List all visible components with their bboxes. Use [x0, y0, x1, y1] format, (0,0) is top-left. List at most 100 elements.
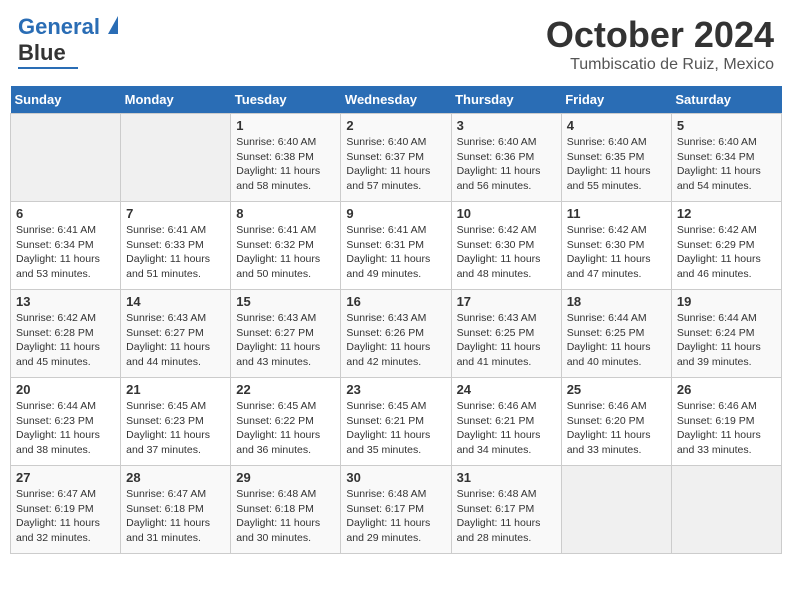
- weekday-header-saturday: Saturday: [671, 86, 781, 114]
- day-info: Sunrise: 6:40 AM Sunset: 6:37 PM Dayligh…: [346, 135, 445, 194]
- day-info: Sunrise: 6:41 AM Sunset: 6:31 PM Dayligh…: [346, 223, 445, 282]
- day-info: Sunrise: 6:41 AM Sunset: 6:33 PM Dayligh…: [126, 223, 225, 282]
- day-info: Sunrise: 6:44 AM Sunset: 6:23 PM Dayligh…: [16, 399, 115, 458]
- calendar-cell: 5Sunrise: 6:40 AM Sunset: 6:34 PM Daylig…: [671, 114, 781, 202]
- day-info: Sunrise: 6:43 AM Sunset: 6:27 PM Dayligh…: [236, 311, 335, 370]
- day-number: 2: [346, 118, 445, 133]
- day-info: Sunrise: 6:47 AM Sunset: 6:18 PM Dayligh…: [126, 487, 225, 546]
- calendar-body: 1 Sunrise: 6:40 AM Sunset: 6:38 PM Daylig…: [11, 114, 782, 554]
- calendar-cell: 14 Sunrise: 6:43 AM Sunset: 6:27 PM Dayli…: [121, 290, 231, 378]
- day-number: 24: [457, 382, 556, 397]
- calendar-cell: 29Sunrise: 6:48 AM Sunset: 6:18 PM Dayli…: [231, 466, 341, 554]
- calendar-cell: 15 Sunrise: 6:43 AM Sunset: 6:27 PM Dayli…: [231, 290, 341, 378]
- day-number: 20: [16, 382, 115, 397]
- day-info: Sunrise: 6:48 AM Sunset: 6:17 PM Dayligh…: [346, 487, 445, 546]
- calendar-cell: 2 Sunrise: 6:40 AM Sunset: 6:37 PM Daylig…: [341, 114, 451, 202]
- day-info: Sunrise: 6:41 AM Sunset: 6:32 PM Dayligh…: [236, 223, 335, 282]
- day-number: 26: [677, 382, 776, 397]
- calendar-week-4: 20 Sunrise: 6:44 AM Sunset: 6:23 PM Dayli…: [11, 378, 782, 466]
- location-subtitle: Tumbiscatio de Ruiz, Mexico: [546, 56, 774, 74]
- day-number: 17: [457, 294, 556, 309]
- calendar-cell: 12 Sunrise: 6:42 AM Sunset: 6:29 PM Dayli…: [671, 202, 781, 290]
- day-info: Sunrise: 6:41 AM Sunset: 6:34 PM Dayligh…: [16, 223, 115, 282]
- day-info: Sunrise: 6:43 AM Sunset: 6:27 PM Dayligh…: [126, 311, 225, 370]
- calendar-cell: [561, 466, 671, 554]
- month-title: October 2024: [546, 14, 774, 56]
- weekday-header-wednesday: Wednesday: [341, 86, 451, 114]
- calendar-cell: 6 Sunrise: 6:41 AM Sunset: 6:34 PM Daylig…: [11, 202, 121, 290]
- calendar-cell: 13 Sunrise: 6:42 AM Sunset: 6:28 PM Dayli…: [11, 290, 121, 378]
- calendar-cell: 31Sunrise: 6:48 AM Sunset: 6:17 PM Dayli…: [451, 466, 561, 554]
- calendar-cell: 19Sunrise: 6:44 AM Sunset: 6:24 PM Dayli…: [671, 290, 781, 378]
- day-info: Sunrise: 6:46 AM Sunset: 6:19 PM Dayligh…: [677, 399, 776, 458]
- day-number: 15: [236, 294, 335, 309]
- day-info: Sunrise: 6:47 AM Sunset: 6:19 PM Dayligh…: [16, 487, 115, 546]
- day-info: Sunrise: 6:48 AM Sunset: 6:18 PM Dayligh…: [236, 487, 335, 546]
- logo: General Blue: [18, 14, 118, 69]
- day-number: 21: [126, 382, 225, 397]
- day-number: 3: [457, 118, 556, 133]
- day-info: Sunrise: 6:42 AM Sunset: 6:30 PM Dayligh…: [457, 223, 556, 282]
- calendar-cell: 26 Sunrise: 6:46 AM Sunset: 6:19 PM Dayli…: [671, 378, 781, 466]
- day-info: Sunrise: 6:40 AM Sunset: 6:34 PM Dayligh…: [677, 135, 776, 194]
- day-number: 16: [346, 294, 445, 309]
- calendar-cell: 17 Sunrise: 6:43 AM Sunset: 6:25 PM Dayli…: [451, 290, 561, 378]
- calendar-header: SundayMondayTuesdayWednesdayThursdayFrid…: [11, 86, 782, 114]
- day-info: Sunrise: 6:40 AM Sunset: 6:38 PM Dayligh…: [236, 135, 335, 194]
- calendar-cell: 30 Sunrise: 6:48 AM Sunset: 6:17 PM Dayli…: [341, 466, 451, 554]
- logo-triangle-icon: [108, 16, 118, 34]
- day-info: Sunrise: 6:40 AM Sunset: 6:36 PM Dayligh…: [457, 135, 556, 194]
- day-number: 6: [16, 206, 115, 221]
- day-info: Sunrise: 6:42 AM Sunset: 6:29 PM Dayligh…: [677, 223, 776, 282]
- calendar-week-2: 6 Sunrise: 6:41 AM Sunset: 6:34 PM Daylig…: [11, 202, 782, 290]
- day-info: Sunrise: 6:43 AM Sunset: 6:25 PM Dayligh…: [457, 311, 556, 370]
- weekday-header-thursday: Thursday: [451, 86, 561, 114]
- day-info: Sunrise: 6:42 AM Sunset: 6:28 PM Dayligh…: [16, 311, 115, 370]
- day-info: Sunrise: 6:44 AM Sunset: 6:25 PM Dayligh…: [567, 311, 666, 370]
- weekday-header-friday: Friday: [561, 86, 671, 114]
- day-number: 18: [567, 294, 666, 309]
- calendar-cell: 27Sunrise: 6:47 AM Sunset: 6:19 PM Dayli…: [11, 466, 121, 554]
- day-number: 25: [567, 382, 666, 397]
- day-number: 12: [677, 206, 776, 221]
- day-number: 11: [567, 206, 666, 221]
- day-number: 10: [457, 206, 556, 221]
- calendar-cell: [121, 114, 231, 202]
- day-number: 8: [236, 206, 335, 221]
- day-number: 31: [457, 470, 556, 485]
- day-info: Sunrise: 6:45 AM Sunset: 6:21 PM Dayligh…: [346, 399, 445, 458]
- day-info: Sunrise: 6:44 AM Sunset: 6:24 PM Dayligh…: [677, 311, 776, 370]
- calendar-cell: 18 Sunrise: 6:44 AM Sunset: 6:25 PM Dayli…: [561, 290, 671, 378]
- day-info: Sunrise: 6:46 AM Sunset: 6:21 PM Dayligh…: [457, 399, 556, 458]
- day-info: Sunrise: 6:43 AM Sunset: 6:26 PM Dayligh…: [346, 311, 445, 370]
- calendar-cell: 22Sunrise: 6:45 AM Sunset: 6:22 PM Dayli…: [231, 378, 341, 466]
- day-number: 14: [126, 294, 225, 309]
- calendar-cell: 21Sunrise: 6:45 AM Sunset: 6:23 PM Dayli…: [121, 378, 231, 466]
- weekday-header-tuesday: Tuesday: [231, 86, 341, 114]
- day-info: Sunrise: 6:46 AM Sunset: 6:20 PM Dayligh…: [567, 399, 666, 458]
- calendar-cell: 1 Sunrise: 6:40 AM Sunset: 6:38 PM Daylig…: [231, 114, 341, 202]
- day-number: 4: [567, 118, 666, 133]
- calendar-cell: [11, 114, 121, 202]
- day-number: 9: [346, 206, 445, 221]
- day-info: Sunrise: 6:42 AM Sunset: 6:30 PM Dayligh…: [567, 223, 666, 282]
- logo-underline: [18, 67, 78, 69]
- calendar-cell: [671, 466, 781, 554]
- page-header: General Blue October 2024 Tumbiscatio de…: [10, 10, 782, 78]
- calendar-cell: 11 Sunrise: 6:42 AM Sunset: 6:30 PM Dayli…: [561, 202, 671, 290]
- day-number: 28: [126, 470, 225, 485]
- day-number: 30: [346, 470, 445, 485]
- calendar-week-5: 27Sunrise: 6:47 AM Sunset: 6:19 PM Dayli…: [11, 466, 782, 554]
- calendar-week-3: 13 Sunrise: 6:42 AM Sunset: 6:28 PM Dayli…: [11, 290, 782, 378]
- day-number: 13: [16, 294, 115, 309]
- calendar-table: SundayMondayTuesdayWednesdayThursdayFrid…: [10, 86, 782, 554]
- weekday-header-sunday: Sunday: [11, 86, 121, 114]
- day-number: 7: [126, 206, 225, 221]
- calendar-cell: 24 Sunrise: 6:46 AM Sunset: 6:21 PM Dayli…: [451, 378, 561, 466]
- calendar-cell: 25 Sunrise: 6:46 AM Sunset: 6:20 PM Dayli…: [561, 378, 671, 466]
- day-number: 1: [236, 118, 335, 133]
- calendar-week-1: 1 Sunrise: 6:40 AM Sunset: 6:38 PM Daylig…: [11, 114, 782, 202]
- calendar-cell: 20 Sunrise: 6:44 AM Sunset: 6:23 PM Dayli…: [11, 378, 121, 466]
- title-block: October 2024 Tumbiscatio de Ruiz, Mexico: [546, 14, 774, 74]
- header-row: SundayMondayTuesdayWednesdayThursdayFrid…: [11, 86, 782, 114]
